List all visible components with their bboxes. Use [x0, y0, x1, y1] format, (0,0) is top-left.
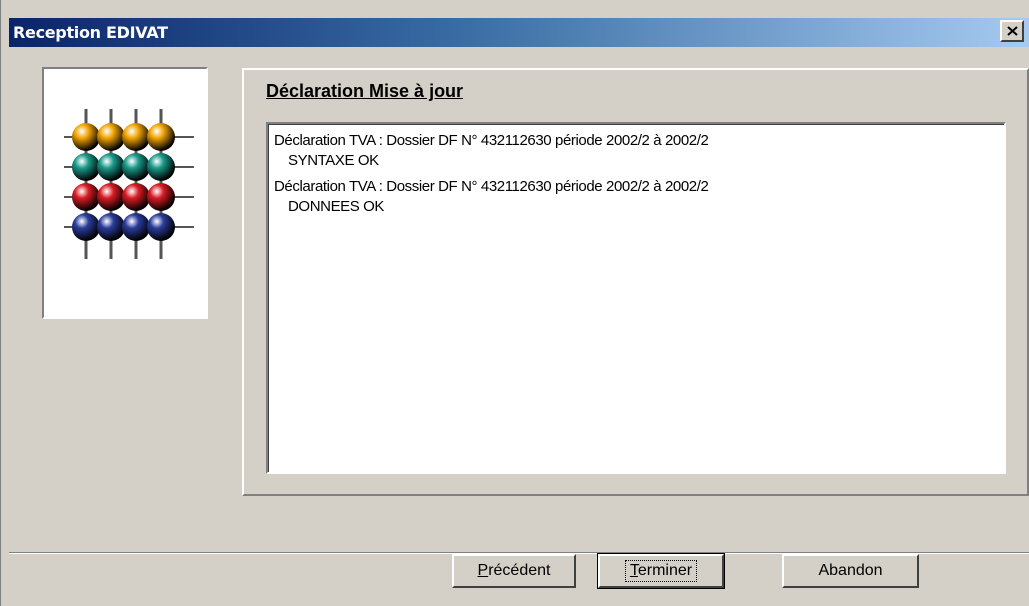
close-button[interactable] — [1000, 20, 1024, 42]
cancel-button[interactable]: Abandon — [782, 554, 919, 588]
abacus-bead — [122, 153, 150, 181]
abacus-bead — [122, 123, 150, 151]
dialog-body: Déclaration Mise à jour Déclaration TVA … — [9, 47, 1029, 606]
logo-panel — [42, 67, 208, 319]
abacus-bead — [72, 183, 100, 211]
title-bar[interactable]: Reception EDIVAT — [9, 18, 1029, 47]
abacus-bead — [147, 153, 175, 181]
abacus-bead — [72, 213, 100, 241]
page-title: Déclaration Mise à jour — [266, 81, 464, 101]
abacus-bead — [97, 183, 125, 211]
abacus-bead — [97, 153, 125, 181]
abacus-logo-icon — [64, 109, 194, 259]
abacus-bead — [97, 213, 125, 241]
abacus-bead — [147, 213, 175, 241]
log-textarea[interactable]: Déclaration TVA : Dossier DF N° 43211263… — [266, 122, 1006, 474]
abacus-bead — [122, 213, 150, 241]
main-panel: Déclaration Mise à jour Déclaration TVA … — [242, 68, 1029, 496]
abacus-bead — [122, 183, 150, 211]
previous-button[interactable]: Précédent — [452, 554, 576, 588]
abacus-bead — [147, 183, 175, 211]
window-title: Reception EDIVAT — [13, 23, 168, 42]
abacus-bead — [97, 123, 125, 151]
finish-button-label: Terminer — [624, 560, 698, 582]
abacus-bead — [72, 153, 100, 181]
abacus-bead — [147, 123, 175, 151]
abacus-bead — [72, 123, 100, 151]
cancel-button-label: Abandon — [818, 562, 883, 579]
dialog-window: Reception EDIVAT Déclaration Mise à jour… — [0, 0, 1029, 606]
close-icon — [1007, 26, 1018, 36]
previous-button-label: Précédent — [477, 562, 551, 579]
finish-button[interactable]: Terminer — [597, 553, 725, 589]
